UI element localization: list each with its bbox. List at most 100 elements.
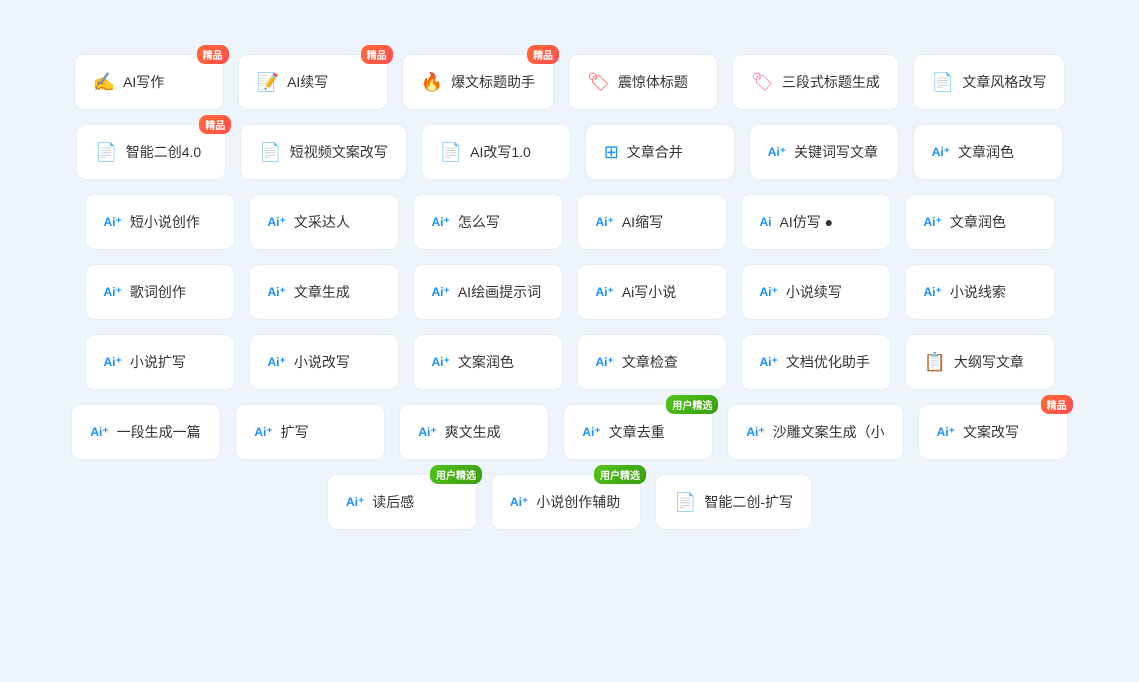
label-short-video-copy: 短视频文案改写 — [290, 142, 388, 162]
badge-reading-notes: 用户精选 — [430, 465, 482, 484]
label-three-title: 三段式标题生成 — [782, 72, 880, 92]
label-copy-rewrite: 文案改写 — [963, 422, 1019, 442]
prefix-reading-notes: Ai⁺ — [346, 495, 364, 509]
card-row-6: 用户精选Ai⁺读后感用户精选Ai⁺小说创作辅助📄智能二创-扩写 — [40, 474, 1099, 530]
card-row-3: Ai⁺歌词创作Ai⁺文章生成Ai⁺AI绘画提示词Ai⁺Ai写小说Ai⁺小说续写A… — [40, 264, 1099, 320]
card-ai-writing[interactable]: 精品✍AI写作 — [74, 54, 224, 110]
label-article-dedup: 文章去重 — [609, 422, 665, 442]
prefix-how-to-write: Ai⁺ — [432, 215, 450, 229]
prefix-fun-gen: Ai⁺ — [418, 425, 436, 439]
card-copy-rewrite[interactable]: 精品Ai⁺文案改写 — [918, 404, 1068, 460]
badge-ai-writing: 精品 — [197, 45, 229, 64]
label-one-para: 一段生成一篇 — [117, 422, 201, 442]
card-ai-paint-prompt[interactable]: Ai⁺AI绘画提示词 — [413, 264, 563, 320]
prefix-keyword-write: Ai⁺ — [768, 145, 786, 159]
prefix-sha-copy-gen: Ai⁺ — [746, 425, 764, 439]
icon-style-rewrite: 📄 — [932, 72, 954, 93]
card-row-0: 精品✍AI写作精品📝AI续写精品🔥爆文标题助手🏷震惊体标题🏷三段式标题生成📄文章… — [40, 54, 1099, 110]
icon-smart-second2: 📄 — [674, 492, 696, 513]
prefix-novel-clue: Ai⁺ — [924, 285, 942, 299]
card-ai-continue[interactable]: 精品📝AI续写 — [238, 54, 388, 110]
label-writing-talent: 文采达人 — [294, 212, 350, 232]
label-smart-second2: 智能二创-扩写 — [704, 492, 793, 512]
prefix-novel-expand: Ai⁺ — [104, 355, 122, 369]
card-article-check[interactable]: Ai⁺文章检查 — [577, 334, 727, 390]
card-article-polish2[interactable]: Ai⁺文章润色 — [905, 194, 1055, 250]
card-sha-copy-gen[interactable]: Ai⁺沙雕文案生成（小 — [727, 404, 903, 460]
card-smart-second2[interactable]: 📄 智能二创-扩写 — [655, 474, 812, 530]
card-novel-rewrite[interactable]: Ai⁺ 小说改写 — [249, 334, 399, 390]
icon-smart-second: 📄 — [95, 142, 117, 163]
card-one-para[interactable]: Ai⁺ 一段生成一篇 — [71, 404, 221, 460]
card-article-merge[interactable]: ⊞文章合并 — [585, 124, 735, 180]
card-lyric-create[interactable]: Ai⁺歌词创作 — [85, 264, 235, 320]
icon-ai-rewrite: 📄 — [440, 142, 462, 163]
card-style-rewrite[interactable]: 📄 文章风格改写 — [913, 54, 1065, 110]
prefix-one-para: Ai⁺ — [90, 425, 108, 439]
card-outline-write[interactable]: 📋大纲写文章 — [905, 334, 1055, 390]
prefix-doc-optimize: Ai⁺ — [760, 355, 778, 369]
card-article-gen[interactable]: Ai⁺文章生成 — [249, 264, 399, 320]
card-article-dedup[interactable]: 用户精选Ai⁺文章去重 — [563, 404, 713, 460]
prefix-ai-compress: Ai⁺ — [596, 215, 614, 229]
card-ai-rewrite[interactable]: 📄AI改写1.0 — [421, 124, 571, 180]
prefix-article-dedup: Ai⁺ — [582, 425, 600, 439]
prefix-writing-talent: Ai⁺ — [268, 215, 286, 229]
card-ai-write-novel[interactable]: Ai⁺Ai写小说 — [577, 264, 727, 320]
badge-headline-helper: 精品 — [527, 45, 559, 64]
card-shocking-title[interactable]: 🏷震惊体标题 — [568, 54, 718, 110]
icon-short-video-copy: 📄 — [259, 142, 281, 163]
label-fun-gen: 爽文生成 — [445, 422, 501, 442]
icon-shocking-title: 🏷 — [587, 72, 610, 93]
label-ai-paint-prompt: AI绘画提示词 — [458, 282, 541, 302]
card-copy-polish[interactable]: Ai⁺ 文案润色 — [413, 334, 563, 390]
card-novel-continue[interactable]: Ai⁺小说续写 — [741, 264, 891, 320]
card-headline-helper[interactable]: 精品🔥爆文标题助手 — [402, 54, 554, 110]
card-reading-notes[interactable]: 用户精选Ai⁺读后感 — [327, 474, 477, 530]
card-short-novel[interactable]: Ai⁺ 短小说创作 — [85, 194, 235, 250]
prefix-expand-write: Ai⁺ — [254, 425, 272, 439]
card-doc-optimize[interactable]: Ai⁺文档优化助手 — [741, 334, 891, 390]
label-novel-clue: 小说线索 — [950, 282, 1006, 302]
label-ai-write-novel: Ai写小说 — [622, 282, 676, 302]
label-article-check: 文章检查 — [622, 352, 678, 372]
card-ai-compress[interactable]: Ai⁺AI缩写 — [577, 194, 727, 250]
prefix-short-novel: Ai⁺ — [104, 215, 122, 229]
label-smart-second: 智能二创4.0 — [126, 142, 201, 162]
card-novel-expand[interactable]: Ai⁺小说扩写 — [85, 334, 235, 390]
label-how-to-write: 怎么写 — [458, 212, 500, 232]
label-style-rewrite: 文章风格改写 — [962, 72, 1046, 92]
prefix-copy-polish: Ai⁺ — [432, 355, 450, 369]
badge-ai-continue: 精品 — [361, 45, 393, 64]
label-article-merge: 文章合并 — [627, 142, 683, 162]
prefix-novel-rewrite: Ai⁺ — [268, 355, 286, 369]
card-writing-talent[interactable]: Ai⁺ 文采达人 — [249, 194, 399, 250]
card-ai-imitate[interactable]: AiAI仿写 ● — [741, 194, 891, 250]
card-how-to-write[interactable]: Ai⁺ 怎么写 — [413, 194, 563, 250]
prefix-novel-assist: Ai⁺ — [510, 495, 528, 509]
card-three-title[interactable]: 🏷三段式标题生成 — [732, 54, 899, 110]
icon-headline-helper: 🔥 — [421, 72, 443, 93]
prefix-article-polish2: Ai⁺ — [924, 215, 942, 229]
card-row-2: Ai⁺ 短小说创作 Ai⁺ 文采达人 Ai⁺ 怎么写 Ai⁺AI缩写AiAI仿写 ●Ai⁺文… — [40, 194, 1099, 250]
prefix-novel-continue: Ai⁺ — [760, 285, 778, 299]
label-copy-polish: 文案润色 — [458, 352, 514, 372]
prefix-ai-imitate: Ai — [760, 215, 772, 229]
card-short-video-copy[interactable]: 📄 短视频文案改写 — [240, 124, 406, 180]
card-expand-write[interactable]: Ai⁺扩写 — [235, 404, 385, 460]
label-reading-notes: 读后感 — [372, 492, 414, 512]
prefix-copy-rewrite: Ai⁺ — [937, 425, 955, 439]
label-lyric-create: 歌词创作 — [130, 282, 186, 302]
icon-outline-write: 📋 — [924, 352, 946, 373]
label-novel-rewrite: 小说改写 — [294, 352, 350, 372]
card-novel-assist[interactable]: 用户精选Ai⁺小说创作辅助 — [491, 474, 641, 530]
label-short-novel: 短小说创作 — [130, 212, 200, 232]
badge-smart-second: 精品 — [199, 115, 231, 134]
card-row-1: 精品📄智能二创4.0📄短视频文案改写📄AI改写1.0⊞文章合并Ai⁺关键词写文章… — [40, 124, 1099, 180]
card-novel-clue[interactable]: Ai⁺ 小说线索 — [905, 264, 1055, 320]
card-keyword-write[interactable]: Ai⁺关键词写文章 — [749, 124, 899, 180]
label-article-polish: 文章润色 — [958, 142, 1014, 162]
card-smart-second[interactable]: 精品📄智能二创4.0 — [76, 124, 226, 180]
card-article-polish[interactable]: Ai⁺文章润色 — [913, 124, 1063, 180]
card-fun-gen[interactable]: Ai⁺ 爽文生成 — [399, 404, 549, 460]
